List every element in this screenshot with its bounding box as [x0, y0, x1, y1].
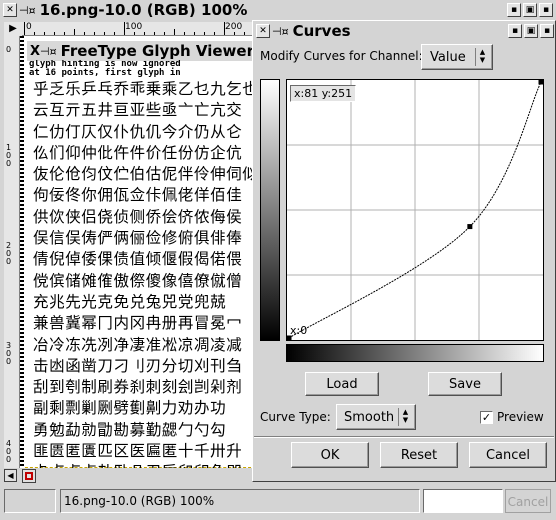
- horizontal-gradient-bar: [286, 344, 544, 362]
- glyph-row: 乎乏乐乒乓乔乖乗乘乙乜九乞也: [33, 80, 255, 98]
- glyph-row: 傥傧储傩傕傲傺傻像僖僚僦僧: [33, 271, 243, 290]
- canvas-bottom-bar: ◀: [0, 468, 256, 484]
- load-button[interactable]: Load: [305, 372, 379, 396]
- close-icon[interactable]: ✕: [3, 3, 17, 17]
- vertical-gradient-bar: [260, 79, 280, 341]
- pin-icon[interactable]: ⊣¤: [272, 25, 289, 38]
- glyph-row: 冶冷冻冼冽净凄准凇凉凋凌减: [33, 335, 243, 354]
- ruler-label: 200: [225, 22, 243, 32]
- glyph-viewer-title: FreeType Glyph Viewer: [60, 42, 254, 60]
- glyph-row: 击凼函凿刀刁刂刃分切刈刊刍: [33, 356, 243, 375]
- glyph-row: 仫们仰仲仳仵件价任份仿企伉: [33, 143, 243, 162]
- status-bar: 16.png-10.0 (RGB) 100% Cancel: [0, 485, 556, 520]
- curve-type-select[interactable]: Smooth ▲ ▼: [336, 404, 416, 430]
- close-window-icon[interactable]: ▪: [540, 24, 554, 38]
- preview-checkbox[interactable]: ✓: [480, 411, 493, 424]
- curve-type-value: Smooth: [344, 409, 395, 425]
- cancel-button[interactable]: Cancel: [469, 442, 547, 468]
- glyph-row: 伖伦伧伨伩伫伯估伲伴伶伸伺似: [33, 165, 255, 184]
- glyph-row: 充兆先光克免兑兔兕党兜兢: [33, 292, 227, 311]
- ruler-label: 0: [6, 45, 12, 54]
- curve-type-label: Curve Type:: [260, 410, 331, 424]
- channel-select[interactable]: Value ▲ ▼: [421, 44, 493, 70]
- glyph-row: 俣信俣俦俨俩俪俭修俯俱俳俸: [33, 229, 243, 248]
- glyph-row: 兼兽冀幂冂内冈冉册再冒冕冖: [33, 314, 243, 333]
- quickmask-icon: [25, 472, 33, 480]
- glyph-row: 仁仂仃仄仅仆仇仉今介仍从仑: [33, 122, 243, 141]
- channel-value: Value: [430, 49, 466, 65]
- spin-arrows-icon: ▲ ▼: [475, 48, 489, 66]
- ok-button[interactable]: OK: [291, 442, 369, 468]
- glyph-row: 倩倪倬倭倮债值倾偃假偈偌偎: [33, 250, 243, 269]
- glyph-row: 副剩剽剿劂劈劐劓力劝办功: [33, 399, 227, 418]
- glyph-grid: 乎乏乐乒乓乔乖乗乘乙乜九乞也 云互亓五井亘亚些亟亠亡亢交 仁仂仃仄仅仆仇仉今介仍从仑…: [33, 79, 255, 484]
- vertical-ruler[interactable]: 0 100 200 300 400: [4, 36, 20, 468]
- channel-label: Modify Curves for Channel:: [260, 49, 423, 63]
- note-line: at 16 points, first glyph in: [29, 68, 181, 78]
- coords-field: [4, 489, 56, 513]
- status-cancel-button[interactable]: Cancel: [505, 489, 551, 513]
- menu-arrow-icon[interactable]: ▶: [4, 22, 22, 36]
- glyph-row: 佝佞佟你佣佤佥佧佩佬佯佰佳: [33, 186, 243, 205]
- ruler-label: 300: [6, 341, 12, 366]
- origin-readout: x:0: [290, 324, 308, 337]
- glyph-row: 云互亓五井亘亚些亟亠亡亢交: [33, 101, 243, 120]
- image-window-title: 16.png-10.0 (RGB) 100%: [39, 1, 248, 19]
- scroll-left-icon[interactable]: ◀: [4, 469, 17, 482]
- pin-icon: ⊣¤: [40, 44, 57, 58]
- glyph-row: 刮到刳制刷券刹刺刻刽剀剁剂: [33, 378, 243, 397]
- separator: [254, 437, 554, 438]
- spin-arrows-icon: ▲ ▼: [398, 408, 412, 426]
- quickmask-button[interactable]: [22, 469, 36, 483]
- close-window-icon[interactable]: ▪: [539, 3, 553, 17]
- glyph-row: 匪匮匿匱匹区医匾匿十千卅升: [33, 442, 243, 461]
- ruler-label: 100: [6, 143, 12, 168]
- save-button[interactable]: Save: [428, 372, 502, 396]
- reset-button[interactable]: Reset: [380, 442, 458, 468]
- maximize-icon[interactable]: ▣: [523, 3, 537, 17]
- pin-icon[interactable]: ⊣¤: [19, 4, 36, 17]
- close-icon: X: [30, 43, 41, 59]
- glyph-viewer-note: glyph hinting is now ignored at 16 points…: [29, 60, 255, 78]
- glyph-row: 供佽侠侣侥侦侧侨侩侪侬侮侯: [33, 207, 243, 226]
- curve-svg: [286, 79, 544, 341]
- ruler-label: 200: [6, 241, 12, 266]
- control-point: [467, 224, 473, 230]
- coords-readout: x:81 y:251: [290, 85, 357, 102]
- glyph-row: 勇勉勐勍勖勘募勤勰勹勺勾: [33, 420, 227, 439]
- image-window-titlebar[interactable]: ✕ ⊣¤ 16.png-10.0 (RGB) 100%: [0, 0, 556, 20]
- image-window-controls: ▪ ▣ ▪: [505, 3, 553, 17]
- curves-title: Curves: [292, 22, 351, 40]
- minimize-icon[interactable]: ▪: [507, 3, 521, 17]
- maximize-icon[interactable]: ▣: [524, 24, 538, 38]
- glyph-viewer-titlebar: X ⊣¤ FreeType Glyph Viewer: [27, 41, 257, 61]
- control-point: [538, 79, 544, 85]
- curve-graph[interactable]: x:81 y:251 x:0: [286, 79, 544, 341]
- progress-field: [423, 489, 503, 513]
- minimize-icon[interactable]: ▪: [508, 24, 522, 38]
- curves-window-controls: ▪ ▣ ▪: [506, 24, 554, 38]
- status-text: 16.png-10.0 (RGB) 100%: [60, 489, 420, 513]
- selection-marching-ants: [20, 36, 24, 468]
- preview-label: Preview: [497, 410, 544, 424]
- close-icon[interactable]: ✕: [256, 24, 270, 38]
- ruler-label: 100: [125, 22, 143, 32]
- ruler-label: 0: [26, 22, 32, 32]
- ruler-label: 400: [6, 439, 12, 464]
